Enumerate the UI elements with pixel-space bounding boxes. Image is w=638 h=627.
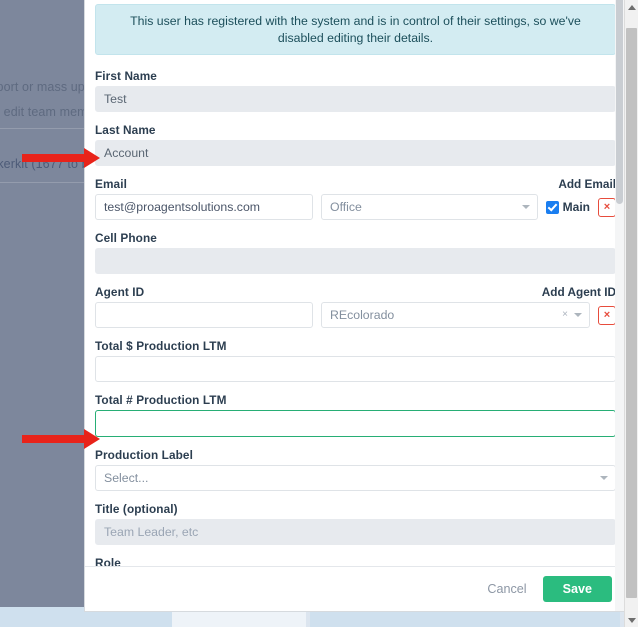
field-title: Title (optional) [95, 502, 616, 546]
email-label-row: Email Add Email [95, 177, 616, 191]
email-main-checkbox[interactable] [545, 200, 559, 214]
mls-select-wrap: REcolorado × [321, 302, 590, 329]
first-name-input[interactable] [95, 86, 616, 113]
total-dollar-production-input[interactable] [95, 356, 616, 383]
cell-phone-label: Cell Phone [95, 231, 157, 246]
cancel-button[interactable]: Cancel [485, 578, 528, 600]
add-email-link[interactable]: Add Email [558, 177, 616, 191]
edit-team-member-modal: This user has registered with the system… [84, 0, 625, 612]
field-cell-phone: Cell Phone [95, 231, 616, 275]
browser-scrollbar[interactable] [624, 0, 638, 627]
field-agent-id: Agent ID Add Agent ID REcolorado × × [95, 285, 616, 329]
cell-phone-input[interactable] [95, 248, 616, 275]
title-input[interactable] [95, 519, 616, 546]
field-total-number-production: Total # Production LTM [95, 393, 616, 438]
email-type-select-wrap: Office [321, 194, 538, 221]
email-type-select[interactable]: Office [321, 194, 538, 221]
last-name-input[interactable] [95, 140, 616, 167]
backdrop-text-line: rokerkit (1677 to be [0, 157, 96, 171]
modal-scrollbar[interactable] [615, 0, 624, 611]
agent-id-input[interactable] [95, 302, 313, 329]
remove-agent-id-button[interactable]: × [598, 305, 616, 325]
modal-footer: Cancel Save [85, 566, 624, 611]
production-label-label: Production Label [95, 448, 193, 463]
screen: mport or mass updat nd edit team membe r… [0, 0, 638, 627]
modal-scrollbar-thumb[interactable] [616, 0, 623, 204]
scroll-up-arrow-icon[interactable] [625, 0, 638, 14]
remove-email-button[interactable]: × [598, 197, 616, 217]
clear-mls-icon[interactable]: × [562, 309, 568, 321]
field-email: Email Add Email Office Main × [95, 177, 616, 221]
email-main-label: Main [562, 200, 590, 215]
email-input[interactable] [95, 194, 313, 221]
field-total-dollar-production: Total $ Production LTM [95, 339, 616, 383]
mls-select[interactable]: REcolorado [321, 302, 590, 329]
total-number-production-input[interactable] [95, 410, 616, 438]
email-row: Office Main × [95, 194, 616, 221]
scroll-down-arrow-icon[interactable] [625, 613, 638, 627]
field-production-label: Production Label Select... [95, 448, 616, 492]
agent-id-label: Agent ID [95, 285, 145, 300]
modal-body: This user has registered with the system… [85, 0, 624, 611]
add-agent-id-link[interactable]: Add Agent ID [542, 285, 616, 299]
first-name-label: First Name [95, 69, 157, 84]
title-label: Title (optional) [95, 502, 178, 517]
total-number-production-label: Total # Production LTM [95, 393, 227, 408]
email-main-checkbox-group: Main [545, 200, 590, 215]
browser-scrollbar-thumb[interactable] [626, 28, 637, 598]
agent-id-row: REcolorado × × [95, 302, 616, 329]
field-last-name: Last Name [95, 123, 616, 167]
production-label-select-wrap: Select... [95, 465, 616, 492]
agent-id-label-row: Agent ID Add Agent ID [95, 285, 616, 299]
email-label: Email [95, 177, 127, 192]
field-first-name: First Name [95, 69, 616, 113]
save-button[interactable]: Save [542, 576, 612, 602]
last-name-label: Last Name [95, 123, 156, 138]
registered-user-alert: This user has registered with the system… [95, 4, 616, 56]
total-dollar-production-label: Total $ Production LTM [95, 339, 227, 354]
production-label-select[interactable]: Select... [95, 465, 616, 492]
